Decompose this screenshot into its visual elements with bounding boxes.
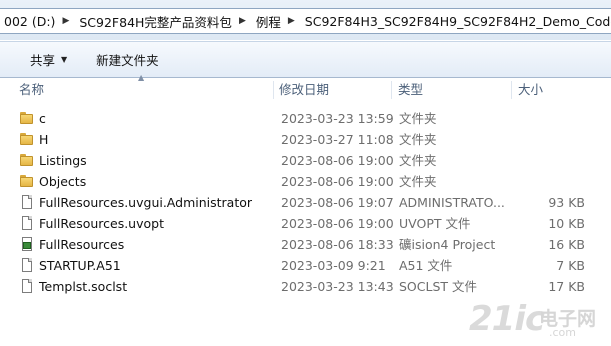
chevron-right-icon[interactable]: ▶ [58,16,72,26]
file-date: 2023-08-06 19:00 [281,174,394,189]
file-size: 10 KB [548,216,585,231]
breadcrumb-item-package[interactable]: SC92F84H完整产品资料包 ▶ [74,9,251,33]
list-item[interactable]: Objects 2023-08-06 19:00 文件夹 [0,171,611,192]
chevron-right-icon[interactable]: ▶ [235,16,249,26]
sort-ascending-icon: ▲ [138,73,145,82]
file-name: Listings [39,153,87,168]
file-date: 2023-03-09 9:21 [281,258,386,273]
command-bar: 共享 ▼ 新建文件夹 [0,41,611,78]
new-folder-label: 新建文件夹 [96,53,159,68]
breadcrumb-item-examples[interactable]: 例程 ▶ [251,9,300,33]
file-size: 93 KB [548,195,585,210]
file-size: 17 KB [548,279,585,294]
file-type: 礦ision4 Project [399,237,496,252]
list-item[interactable]: H 2023-03-27 11:08 文件夹 [0,129,611,150]
file-name: FullResources.uvgui.Administrator [39,195,253,210]
file-name: STARTUP.A51 [39,258,121,273]
watermark-logo: 21ic 电子网 .com [457,299,609,344]
folder-icon [19,153,35,168]
folder-icon [19,174,35,189]
watermark-text: 21ic [469,299,545,339]
folder-icon [19,111,35,126]
file-date: 2023-08-06 19:07 [281,195,394,210]
file-name: FullResources [39,237,125,252]
file-date: 2023-08-06 19:00 [281,216,394,231]
file-type: SOCLST 文件 [399,279,478,294]
new-folder-button[interactable]: 新建文件夹 [88,47,167,73]
list-item[interactable]: FullResources 2023-08-06 18:33 礦ision4 P… [0,234,611,255]
file-date: 2023-03-23 13:43 [281,279,394,294]
breadcrumb-label: 002 (D:) [4,13,56,29]
breadcrumb[interactable]: 002 (D:) ▶ SC92F84H完整产品资料包 ▶ 例程 ▶ SC92F8… [0,8,611,34]
share-label: 共享 [30,53,56,68]
breadcrumb-item-drive[interactable]: 002 (D:) ▶ [0,9,74,33]
list-item[interactable]: Templst.soclst 2023-03-23 13:43 SOCLST 文… [0,276,611,297]
file-size: 7 KB [556,258,585,273]
file-type: 文件夹 [399,111,437,126]
file-name: Templst.soclst [39,279,128,294]
file-icon [19,216,35,231]
uvision-project-icon [19,237,35,252]
column-header-name[interactable]: 名称 [19,79,44,101]
file-type: 文件夹 [399,174,437,189]
file-name: c [39,111,46,126]
file-type: UVOPT 文件 [399,216,471,231]
breadcrumb-item-demo-code[interactable]: SC92F84H3_SC92F84H9_SC92F84H2_Demo_Code [300,9,611,33]
list-item[interactable]: FullResources.uvgui.Administrator 2023-0… [0,192,611,213]
file-type: 文件夹 [399,132,437,147]
list-item[interactable]: c 2023-03-23 13:59 文件夹 [0,108,611,129]
breadcrumb-label: SC92F84H完整产品资料包 [79,14,232,30]
column-divider[interactable] [273,81,274,99]
file-date: 2023-08-06 18:33 [281,237,394,252]
column-headers: ▲ 名称 修改日期 类型 大小 [0,73,611,101]
breadcrumb-label: SC92F84H3_SC92F84H9_SC92F84H2_Demo_Code [304,13,611,29]
file-type: 文件夹 [399,153,437,168]
column-header-date[interactable]: 修改日期 [279,79,329,101]
file-name: H [39,132,49,147]
address-bar: 002 (D:) ▶ SC92F84H完整产品资料包 ▶ 例程 ▶ SC92F8… [0,0,611,40]
file-name: FullResources.uvopt [39,216,164,231]
list-item[interactable]: STARTUP.A51 2023-03-09 9:21 A51 文件 7 KB [0,255,611,276]
column-header-size[interactable]: 大小 [518,79,543,101]
file-name: Objects [39,174,87,189]
file-size: 16 KB [548,237,585,252]
file-date: 2023-03-27 11:08 [281,132,394,147]
list-item[interactable]: Listings 2023-08-06 19:00 文件夹 [0,150,611,171]
watermark-com: .com [549,326,576,339]
caret-down-icon: ▼ [61,55,68,64]
file-icon [19,279,35,294]
column-divider[interactable] [391,81,392,99]
file-icon [19,258,35,273]
file-type: A51 文件 [399,258,453,273]
folder-icon [19,132,35,147]
share-button[interactable]: 共享 ▼ [22,47,75,73]
column-header-type[interactable]: 类型 [398,79,423,101]
list-item[interactable]: FullResources.uvopt 2023-08-06 19:00 UVO… [0,213,611,234]
breadcrumb-label: 例程 [255,14,281,30]
file-list: c 2023-03-23 13:59 文件夹 H 2023-03-27 11:0… [0,108,611,297]
file-date: 2023-08-06 19:00 [281,153,394,168]
file-type: ADMINISTRATO... [399,195,505,210]
column-divider[interactable] [511,81,512,99]
chevron-right-icon[interactable]: ▶ [284,16,298,26]
file-icon [19,195,35,210]
file-date: 2023-03-23 13:59 [281,111,394,126]
